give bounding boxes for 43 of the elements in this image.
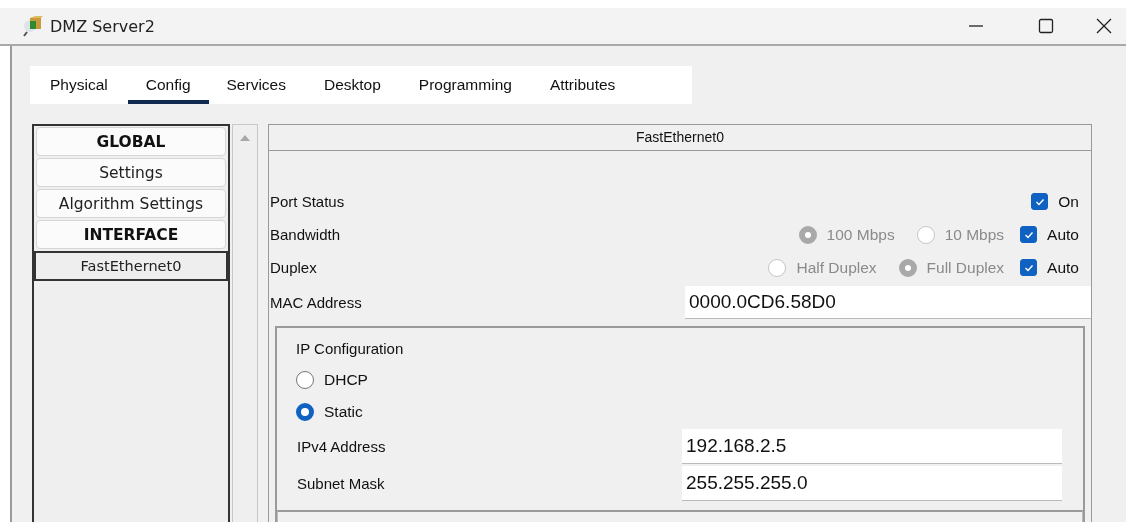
sidebar-item[interactable]: FastEthernet0 xyxy=(34,251,228,281)
radio-button[interactable] xyxy=(296,403,314,421)
tab[interactable]: Config xyxy=(127,66,209,104)
scrollbar[interactable] xyxy=(232,124,258,522)
checkbox-label: Auto xyxy=(1047,258,1079,277)
tab[interactable]: Programming xyxy=(400,66,532,104)
check-icon xyxy=(1034,197,1045,206)
radio-label: Static xyxy=(324,403,363,421)
field-label: MAC Address xyxy=(269,293,362,311)
input-field[interactable]: 0000.0CD6.58D0 xyxy=(685,285,1091,319)
checkbox-label: Auto xyxy=(1047,225,1079,244)
input-field[interactable]: 255.255.255.0 xyxy=(682,466,1062,501)
window-title: DMZ Server2 xyxy=(50,16,155,36)
server-icon xyxy=(22,15,44,37)
tab[interactable]: Physical xyxy=(32,66,128,104)
radio-label: DHCP xyxy=(324,371,368,389)
group-title: IP Configuration xyxy=(296,340,405,359)
radio-label: Full Duplex xyxy=(926,258,1005,277)
maximize-icon xyxy=(1037,17,1055,35)
sidebar-item[interactable]: GLOBAL xyxy=(36,127,226,156)
field-label: Port Status xyxy=(269,193,345,210)
checkbox[interactable] xyxy=(1031,193,1049,210)
sidebar-item[interactable]: Settings xyxy=(36,158,226,187)
radio-label: 10 Mbps xyxy=(944,225,1005,244)
close-icon xyxy=(1095,17,1113,35)
radio-button[interactable] xyxy=(296,371,314,389)
input-field[interactable]: 192.168.2.5 xyxy=(682,429,1062,464)
check-icon xyxy=(1023,263,1034,272)
check-icon xyxy=(1023,230,1034,239)
field-label: Subnet Mask xyxy=(296,475,385,492)
sidebar-item[interactable]: Algorithm Settings xyxy=(36,189,226,218)
sidebar-item[interactable]: INTERFACE xyxy=(36,220,226,249)
field-label: Duplex xyxy=(269,259,317,276)
field-label: Bandwidth xyxy=(269,226,341,243)
minimize-icon xyxy=(969,25,983,27)
tab[interactable]: Services xyxy=(208,66,306,104)
tab[interactable]: Attributes xyxy=(531,66,636,104)
radio-label: 100 Mbps xyxy=(826,225,895,244)
tab[interactable]: Desktop xyxy=(305,66,401,104)
field-label: IPv4 Address xyxy=(296,438,386,455)
scroll-up-icon[interactable] xyxy=(239,134,251,142)
radio-label: Half Duplex xyxy=(796,258,877,277)
checkbox-label: On xyxy=(1058,192,1079,211)
